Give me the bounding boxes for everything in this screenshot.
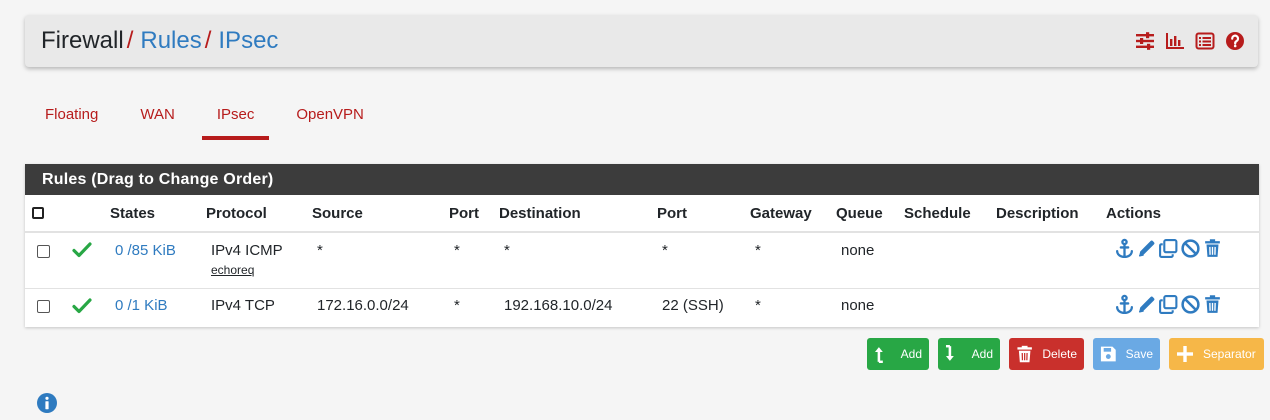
row-actions xyxy=(1114,238,1223,259)
info-icon[interactable] xyxy=(36,392,58,414)
table-row[interactable]: 0 /85 KiB IPv4 ICMP echoreq * * * * * no… xyxy=(25,233,1259,289)
interface-tabs: Floating WAN IPsec OpenVPN xyxy=(30,96,391,140)
tab-wan[interactable]: WAN xyxy=(125,96,189,140)
add-top-button[interactable]: Add xyxy=(867,338,929,370)
anchor-icon[interactable] xyxy=(1114,294,1135,315)
header-actions: Actions xyxy=(1106,205,1162,222)
add-top-label: Add xyxy=(900,347,922,361)
header-states[interactable]: States xyxy=(110,205,155,222)
gateway-cell: * xyxy=(755,242,761,259)
breadcrumb-bar: Firewall / Rules / IPsec xyxy=(25,15,1258,67)
add-bottom-label: Add xyxy=(971,347,993,361)
disable-icon[interactable] xyxy=(1180,294,1201,315)
breadcrumb-separator: / xyxy=(126,27,134,54)
dest-port-cell: * xyxy=(662,242,668,259)
source-cell: * xyxy=(317,242,323,259)
protocol-value: IPv4 TCP xyxy=(211,297,275,314)
pass-check-icon[interactable] xyxy=(72,241,92,263)
anchor-icon[interactable] xyxy=(1114,238,1135,259)
protocol-cell: IPv4 ICMP echoreq xyxy=(211,242,283,277)
source-port-cell: * xyxy=(454,242,460,259)
queue-cell: none xyxy=(841,242,875,259)
select-all-checkbox[interactable] xyxy=(32,207,44,219)
add-bottom-button[interactable]: Add xyxy=(938,338,1000,370)
row-actions xyxy=(1114,294,1223,315)
source-port-cell: * xyxy=(454,297,460,314)
header-source[interactable]: Source xyxy=(312,205,363,222)
icmp-type-link[interactable]: echoreq xyxy=(211,263,283,277)
panel-title: Rules (Drag to Change Order) xyxy=(25,164,1259,195)
queue-cell: none xyxy=(841,297,875,314)
tab-ipsec[interactable]: IPsec xyxy=(201,96,270,140)
gateway-cell: * xyxy=(755,297,761,314)
breadcrumb-root: Firewall xyxy=(41,27,124,54)
header-destination[interactable]: Destination xyxy=(499,205,581,222)
tab-openvpn[interactable]: OpenVPN xyxy=(281,96,379,140)
header-gateway[interactable]: Gateway xyxy=(750,205,812,222)
delete-label: Delete xyxy=(1042,347,1077,361)
breadcrumb-separator: / xyxy=(204,27,212,54)
toolbar xyxy=(1135,31,1245,51)
save-label: Save xyxy=(1125,347,1153,361)
table-row[interactable]: 0 /1 KiB IPv4 TCP 172.16.0.0/24 * 192.16… xyxy=(25,289,1259,327)
header-description[interactable]: Description xyxy=(996,205,1079,222)
rules-table: States Protocol Source Port Destination … xyxy=(25,195,1259,327)
help-icon[interactable] xyxy=(1225,31,1245,51)
row-checkbox[interactable] xyxy=(37,245,50,258)
row-checkbox[interactable] xyxy=(37,300,50,313)
header-queue[interactable]: Queue xyxy=(836,205,883,222)
breadcrumb-rules[interactable]: Rules xyxy=(140,27,201,54)
header-protocol[interactable]: Protocol xyxy=(206,205,267,222)
header-port[interactable]: Port xyxy=(449,205,479,222)
delete-button[interactable]: Delete xyxy=(1009,338,1084,370)
list-icon[interactable] xyxy=(1195,31,1215,51)
disable-icon[interactable] xyxy=(1180,238,1201,259)
header-dest-port[interactable]: Port xyxy=(657,205,687,222)
separator-label: Separator xyxy=(1203,347,1256,361)
rule-action-buttons: Add Add Delete Save Separator xyxy=(867,338,1264,370)
save-button[interactable]: Save xyxy=(1093,338,1160,370)
copy-icon[interactable] xyxy=(1158,294,1179,315)
floppy-disk-icon xyxy=(1100,346,1116,362)
header-schedule[interactable]: Schedule xyxy=(904,205,971,222)
copy-icon[interactable] xyxy=(1158,238,1179,259)
arrow-turn-up-icon xyxy=(874,347,883,363)
table-header: States Protocol Source Port Destination … xyxy=(25,195,1259,233)
destination-cell: 192.168.10.0/24 xyxy=(504,297,613,314)
plus-icon xyxy=(1177,346,1193,362)
dest-port-cell: 22 (SSH) xyxy=(662,297,724,314)
rules-panel: Rules (Drag to Change Order) States Prot… xyxy=(25,164,1259,327)
trash-icon[interactable] xyxy=(1202,238,1223,259)
destination-cell: * xyxy=(504,242,510,259)
tab-floating[interactable]: Floating xyxy=(30,96,113,140)
trash-icon xyxy=(1017,345,1032,363)
pass-check-icon[interactable] xyxy=(72,297,92,319)
states-link[interactable]: 0 /85 KiB xyxy=(115,242,176,259)
arrow-turn-down-icon xyxy=(945,345,954,361)
separator-button[interactable]: Separator xyxy=(1169,338,1264,370)
bar-chart-icon[interactable] xyxy=(1165,31,1185,51)
sliders-icon[interactable] xyxy=(1135,31,1155,51)
breadcrumb-ipsec[interactable]: IPsec xyxy=(218,27,278,54)
states-link[interactable]: 0 /1 KiB xyxy=(115,297,168,314)
protocol-value: IPv4 ICMP xyxy=(211,242,283,259)
trash-icon[interactable] xyxy=(1202,294,1223,315)
edit-pencil-icon[interactable] xyxy=(1136,294,1157,315)
source-cell: 172.16.0.0/24 xyxy=(317,297,409,314)
breadcrumb: Firewall / Rules / IPsec xyxy=(41,27,278,55)
edit-pencil-icon[interactable] xyxy=(1136,238,1157,259)
